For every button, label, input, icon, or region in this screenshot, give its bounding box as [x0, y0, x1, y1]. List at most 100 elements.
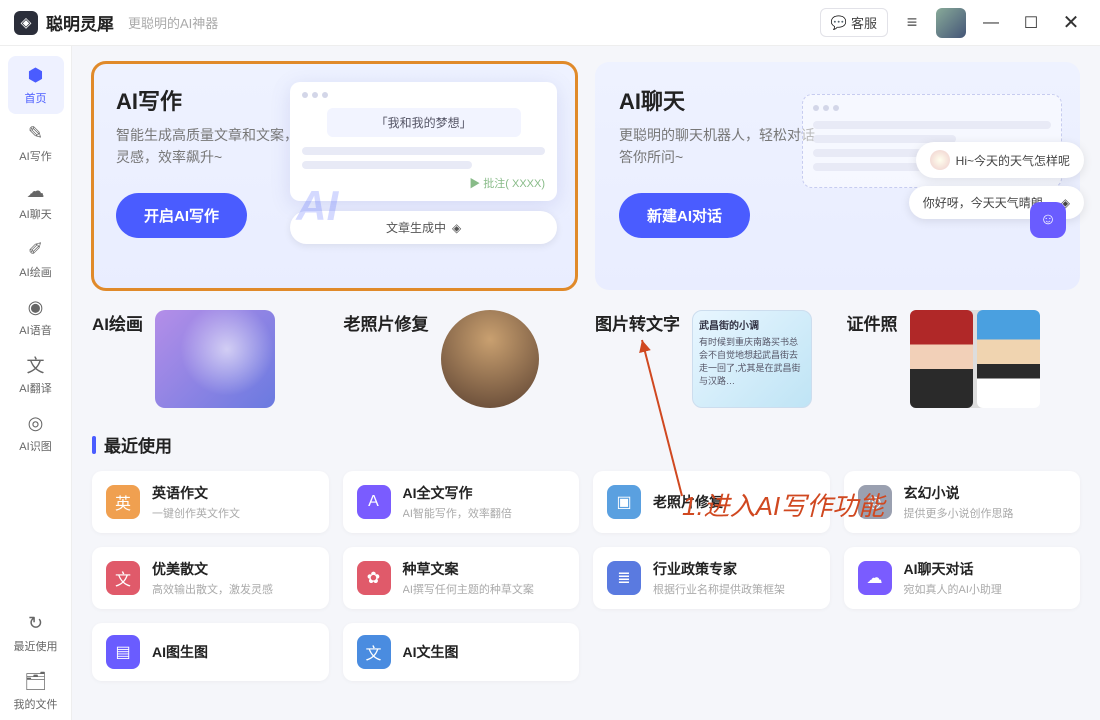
sidebar-item-label: AI识图	[19, 438, 51, 454]
recent-sub: AI撰写任何主题的种草文案	[403, 581, 534, 597]
translate-icon: 文	[25, 354, 47, 376]
history-icon: ↻	[25, 612, 47, 634]
start-chat-button[interactable]: 新建AI对话	[619, 193, 750, 238]
recent-sub: 提供更多小说创作思路	[904, 505, 1014, 521]
recent-icon: ▣	[607, 485, 641, 519]
scan-icon: ◎	[25, 412, 47, 434]
mic-icon: ◉	[25, 296, 47, 318]
recent-card[interactable]: ✿ 种草文案 AI撰写任何主题的种草文案	[343, 547, 580, 609]
recent-card[interactable]: ▤ AI图生图	[92, 623, 329, 681]
avatar-icon	[930, 150, 950, 170]
feature-card-restore[interactable]: 老照片修复	[344, 310, 578, 408]
recent-title: AI聊天对话	[904, 559, 1002, 579]
feature-title: 证件照	[847, 310, 898, 335]
sidebar-item-label: AI语音	[19, 322, 51, 338]
recent-card[interactable]: ≣ 行业政策专家 根据行业名称提供政策框架	[593, 547, 830, 609]
service-label: 客服	[851, 13, 877, 32]
feature-thumb	[910, 310, 1040, 408]
recent-icon: 英	[106, 485, 140, 519]
recent-card[interactable]: 英 英语作文 一键创作英文作文	[92, 471, 329, 533]
recent-icon: ▤	[106, 635, 140, 669]
sidebar-item-ocr[interactable]: ◎ AI识图	[8, 404, 64, 462]
pen-icon: ✎	[25, 122, 47, 144]
write-mockup: AI 「我和我的梦想」 ▶ 批注( XXXX) 文章生成中 ◈	[290, 82, 557, 270]
sidebar-item-label: AI绘画	[19, 264, 51, 280]
mock-annotation: ▶ 批注( XXXX)	[302, 175, 545, 191]
recent-title: 英语作文	[152, 483, 240, 503]
recent-heading: 最近使用	[92, 432, 1080, 457]
feature-card-ocr[interactable]: 图片转文字 武昌街的小调 有时候到重庆南路买书总会不自觉地想起武昌街去走一回了,…	[595, 310, 829, 408]
user-avatar[interactable]	[936, 8, 966, 38]
ai-watermark: AI	[296, 182, 338, 230]
mock-doc-title: 「我和我的梦想」	[327, 108, 521, 137]
feature-card-idphoto[interactable]: 证件照	[847, 310, 1081, 408]
service-button[interactable]: 💬 客服	[820, 8, 888, 37]
recent-title: 优美散文	[152, 559, 273, 579]
start-write-button[interactable]: 开启AI写作	[116, 193, 247, 238]
recent-icon: ✿	[357, 561, 391, 595]
recent-sub: AI智能写作，效率翻倍	[403, 505, 512, 521]
recent-title: AI全文写作	[403, 483, 512, 503]
sidebar-item-label: 最近使用	[14, 638, 58, 654]
sidebar-item-files[interactable]: 🗂 我的文件	[8, 662, 64, 720]
hero-card-chat[interactable]: AI聊天 更聪明的聊天机器人，轻松对话，答你所问~ 新建AI对话 Hi~今天的天…	[595, 62, 1080, 290]
recent-icon: A	[357, 485, 391, 519]
home-icon: ⬢	[25, 64, 47, 86]
sidebar: ⬢ 首页 ✎ AI写作 ☁ AI聊天 ✐ AI绘画 ◉ AI语音 文 AI翻译 …	[0, 46, 72, 720]
titlebar: ◈ 聪明灵犀 更聪明的AI神器 💬 客服 ≡ — ☐ ✕	[0, 0, 1100, 46]
app-name: 聪明灵犀	[46, 10, 114, 35]
logo-badge-icon: ◈	[452, 221, 461, 235]
sidebar-item-chat[interactable]: ☁ AI聊天	[8, 172, 64, 230]
feature-card-paint[interactable]: AI绘画	[92, 310, 326, 408]
recent-card[interactable]: A AI全文写作 AI智能写作，效率翻倍	[343, 471, 580, 533]
chat-icon: 💬	[831, 15, 847, 31]
logo-icon: ◈	[14, 11, 38, 35]
chat-bubble: Hi~今天的天气怎样呢	[916, 142, 1084, 178]
recent-card[interactable]: 文 AI文生图	[343, 623, 580, 681]
sidebar-item-paint[interactable]: ✐ AI绘画	[8, 230, 64, 288]
sidebar-item-recent[interactable]: ↻ 最近使用	[8, 604, 64, 662]
feature-thumb	[155, 310, 275, 408]
close-button[interactable]: ✕	[1056, 8, 1086, 38]
recent-title: AI图生图	[152, 642, 208, 662]
app-subtitle: 更聪明的AI神器	[128, 13, 218, 32]
feature-thumb	[441, 310, 539, 408]
recent-title: 行业政策专家	[653, 559, 785, 579]
feature-thumb: 武昌街的小调 有时候到重庆南路买书总会不自觉地想起武昌街去走一回了,尤其是在武昌…	[692, 310, 812, 408]
recent-title: 老照片修复	[653, 492, 723, 512]
sidebar-item-translate[interactable]: 文 AI翻译	[8, 346, 64, 404]
recent-sub: 高效输出散文，激发灵感	[152, 581, 273, 597]
recent-card[interactable]: 文 优美散文 高效输出散文，激发灵感	[92, 547, 329, 609]
recent-card[interactable]: ☁ AI聊天对话 宛如真人的AI小助理	[844, 547, 1081, 609]
recent-title: 种草文案	[403, 559, 534, 579]
recent-icon: 文	[357, 635, 391, 669]
folder-icon: 🗂	[25, 670, 47, 692]
feature-title: AI绘画	[92, 310, 143, 335]
sidebar-item-write[interactable]: ✎ AI写作	[8, 114, 64, 172]
sidebar-item-label: 我的文件	[14, 696, 58, 712]
recent-icon: ☁	[858, 561, 892, 595]
sidebar-item-label: AI聊天	[19, 206, 51, 222]
sidebar-item-home[interactable]: ⬢ 首页	[8, 56, 64, 114]
recent-title: AI文生图	[403, 642, 459, 662]
minimize-button[interactable]: —	[976, 8, 1006, 38]
recent-card[interactable]: ▣ 老照片修复	[593, 471, 830, 533]
recent-sub: 宛如真人的AI小助理	[904, 581, 1002, 597]
menu-button[interactable]: ≡	[898, 9, 926, 37]
doc-title: 武昌街的小调	[699, 317, 805, 332]
chat-fab-icon: ☺	[1030, 202, 1066, 238]
main-content: AI写作 智能生成高质量文章和文案，激发灵感，效率飙升~ 开启AI写作 AI 「…	[72, 46, 1100, 720]
sidebar-item-voice[interactable]: ◉ AI语音	[8, 288, 64, 346]
cloud-icon: ☁	[25, 180, 47, 202]
brush-icon: ✐	[25, 238, 47, 260]
maximize-button[interactable]: ☐	[1016, 8, 1046, 38]
sidebar-item-label: AI翻译	[19, 380, 51, 396]
recent-card[interactable]: ◎ 玄幻小说 提供更多小说创作思路	[844, 471, 1081, 533]
recent-icon: ≣	[607, 561, 641, 595]
recent-icon: ◎	[858, 485, 892, 519]
doc-body: 有时候到重庆南路买书总会不自觉地想起武昌街去走一回了,尤其是在武昌街与汉路…	[699, 335, 805, 387]
hero-card-write[interactable]: AI写作 智能生成高质量文章和文案，激发灵感，效率飙升~ 开启AI写作 AI 「…	[92, 62, 577, 290]
sidebar-item-label: 首页	[25, 90, 47, 106]
sidebar-item-label: AI写作	[19, 148, 51, 164]
hero-desc: 更聪明的聊天机器人，轻松对话，答你所问~	[619, 124, 829, 169]
